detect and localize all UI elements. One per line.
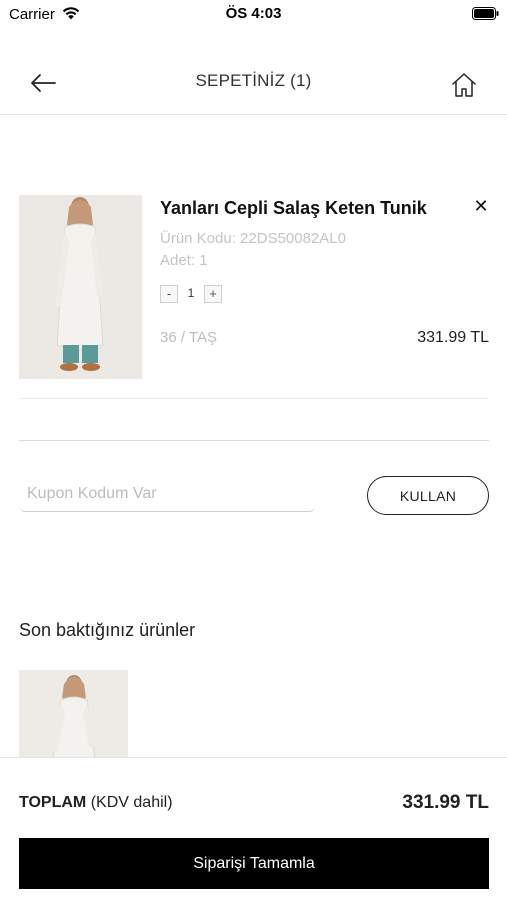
recently-viewed-product[interactable] [19,670,128,758]
product-quantity-label: Adet: 1 [160,252,208,269]
section-divider [19,440,489,441]
status-bar: Carrier ÖS 4:03 [0,0,507,28]
quantity-stepper: - 1 + [160,285,222,303]
close-icon[interactable]: ✕ [471,196,491,216]
product-image[interactable] [19,195,142,379]
recently-viewed-title: Son baktığınız ürünler [19,620,196,640]
total-label: TOPLAM (KDV dahil) [19,794,173,812]
product-name[interactable]: Yanları Cepli Salaş Keten Tunik [160,198,427,219]
nav-header: SEPETİNİZ (1) [0,50,507,115]
cart-item: Yanları Cepli Salaş Keten Tunik ✕ Ürün K… [19,195,489,399]
total-label-main: TOPLAM [19,794,87,811]
apply-coupon-button[interactable]: KULLAN [367,476,489,515]
quantity-value: 1 [187,286,195,300]
total-tax-note: (KDV dahil) [90,794,173,811]
total-value: 331.99 TL [402,792,489,813]
total-bar: TOPLAM (KDV dahil) 331.99 TL Siparişi Ta… [0,757,507,900]
home-icon[interactable] [450,71,478,99]
status-time: ÖS 4:03 [225,5,282,22]
page-title: SEPETİNİZ (1) [195,71,312,90]
battery-icon [472,7,499,20]
checkout-button[interactable]: Siparişi Tamamla [19,838,489,889]
product-price: 331.99 TL [417,329,489,346]
coupon-input[interactable] [19,476,315,512]
increase-quantity-button[interactable]: + [204,285,222,303]
decrease-quantity-button[interactable]: - [160,285,178,303]
product-code: Ürün Kodu: 22DS50082AL0 [160,230,346,247]
product-variant: 36 / TAŞ [160,329,217,346]
